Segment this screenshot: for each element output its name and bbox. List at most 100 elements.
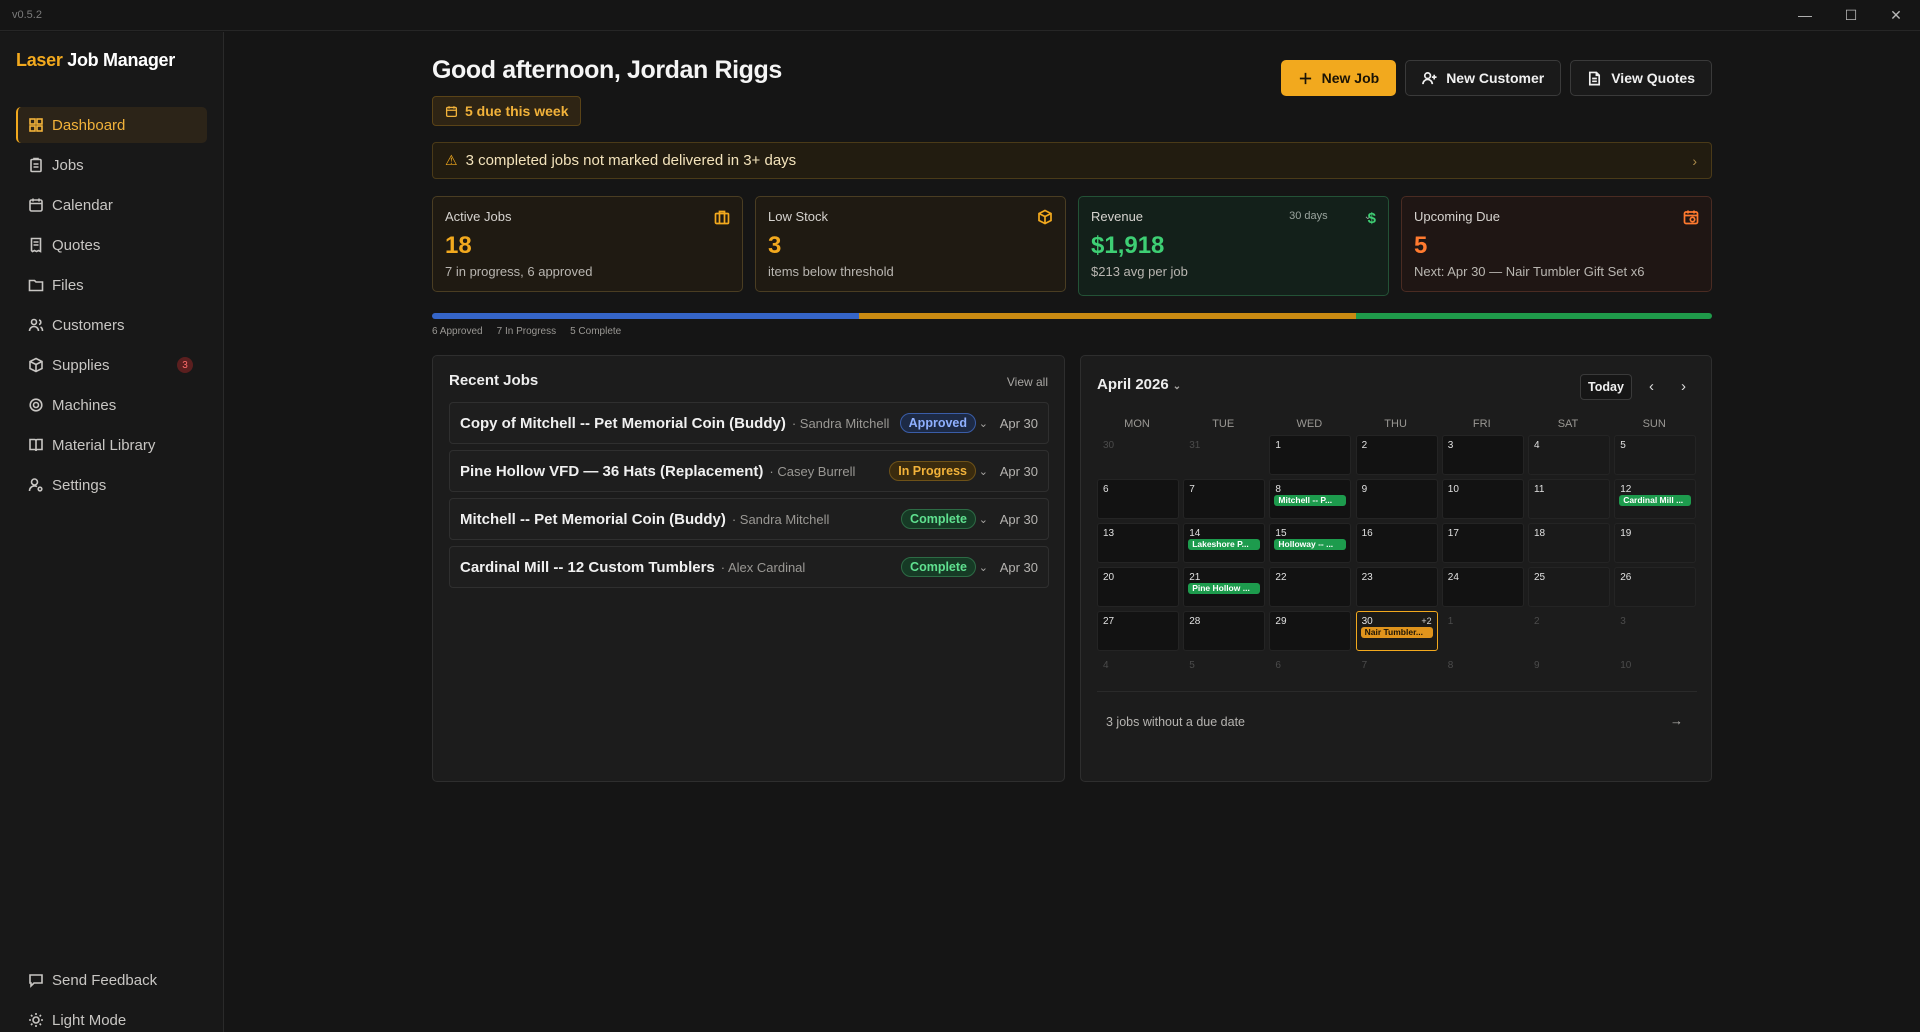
more-events-count[interactable]: +2 — [1421, 616, 1431, 626]
sidebar-item-settings[interactable]: Settings — [16, 467, 207, 503]
calendar-day[interactable]: 6 — [1269, 655, 1351, 695]
undelivered-alert[interactable]: ⚠ 3 completed jobs not marked delivered … — [432, 142, 1712, 179]
calendar-event[interactable]: Cardinal Mill ... — [1619, 495, 1692, 506]
due-this-week-badge[interactable]: 5 due this week — [432, 96, 582, 126]
status-badge[interactable]: Complete — [901, 509, 976, 529]
view-all-link[interactable]: View all — [1007, 375, 1048, 389]
chevron-down-icon[interactable]: ⌄ — [979, 513, 988, 526]
calendar-day[interactable]: 8 Mitchell -- P... — [1269, 479, 1352, 519]
calendar-day[interactable]: 17 — [1441, 523, 1524, 563]
table-row[interactable]: Mitchell -- Pet Memorial Coin (Buddy) · S… — [449, 498, 1049, 540]
calendar-event[interactable]: Pine Hollow ... — [1188, 583, 1261, 594]
revenue-period-value: 30 days — [1289, 210, 1328, 222]
chevron-down-icon[interactable]: ⌄ — [979, 465, 988, 478]
calendar-day[interactable]: 25 — [1528, 567, 1610, 607]
next-month-icon[interactable]: › — [1681, 378, 1686, 395]
chevron-down-icon[interactable]: ⌄ — [979, 417, 988, 430]
calendar-day[interactable]: 8 — [1442, 655, 1524, 695]
chevron-down-icon[interactable]: ⌄ — [979, 561, 988, 574]
calendar-day[interactable]: 1 — [1442, 611, 1524, 651]
sidebar-item-quotes[interactable]: Quotes — [16, 227, 207, 263]
new-customer-button[interactable]: New Customer — [1405, 60, 1562, 96]
calendar-day[interactable]: 3 — [1614, 611, 1696, 651]
calendar-day[interactable]: 2 — [1528, 611, 1610, 651]
table-row[interactable]: Copy of Mitchell -- Pet Memorial Coin (B… — [449, 402, 1049, 444]
sidebar-item-jobs[interactable]: Jobs — [16, 147, 207, 183]
no-due-date-link[interactable]: 3 jobs without a due date — [1106, 715, 1245, 729]
calendar-day[interactable]: 2 — [1355, 435, 1438, 475]
calendar-event[interactable]: Mitchell -- P... — [1274, 495, 1347, 506]
cog-icon — [29, 398, 43, 412]
send-feedback-label: Send Feedback — [52, 971, 158, 989]
calendar-day[interactable]: 30 — [1097, 435, 1179, 475]
view-quotes-button[interactable]: View Quotes — [1570, 60, 1712, 96]
calendar-day[interactable]: 12 Cardinal Mill ... — [1614, 479, 1697, 519]
calendar-day[interactable]: 16 — [1355, 523, 1438, 563]
calendar-day[interactable]: 14 Lakeshore P... — [1183, 523, 1266, 563]
job-due-date: Apr 30 — [999, 559, 1038, 575]
send-feedback-button[interactable]: Send Feedback — [16, 962, 207, 998]
sidebar-item-supplies[interactable]: Supplies 3 — [16, 347, 207, 383]
sidebar-item-machines[interactable]: Machines — [16, 387, 207, 423]
brand-accent: Laser — [16, 50, 63, 70]
new-job-button[interactable]: New Job — [1280, 60, 1397, 96]
calendar-day[interactable]: 29 — [1269, 611, 1352, 651]
sidebar-item-files[interactable]: Files — [16, 267, 207, 303]
close-icon[interactable]: ✕ — [1886, 5, 1906, 25]
day-number: 4 — [1534, 440, 1540, 451]
calendar-day[interactable]: 19 — [1614, 523, 1697, 563]
status-badge[interactable]: Complete — [901, 557, 976, 577]
calendar-day[interactable]: 11 — [1528, 479, 1610, 519]
active-jobs-card[interactable]: Active Jobs 18 7 in progress, 6 approved — [432, 196, 743, 292]
calendar-day[interactable]: 15 Holloway -- ... — [1269, 523, 1352, 563]
calendar-day[interactable]: 26 — [1614, 567, 1697, 607]
month-picker[interactable]: April 2026 ⌄ — [1097, 376, 1181, 393]
calendar-event[interactable]: Lakeshore P... — [1188, 539, 1261, 550]
light-mode-toggle[interactable]: Light Mode — [16, 1002, 207, 1032]
calendar-day[interactable]: 9 — [1528, 655, 1610, 695]
status-badge[interactable]: Approved — [899, 413, 976, 433]
status-badge[interactable]: In Progress — [889, 461, 976, 481]
sidebar-item-calendar[interactable]: Calendar — [16, 187, 207, 223]
sidebar-item-customers[interactable]: Customers — [16, 307, 207, 343]
calendar-day[interactable]: 4 — [1528, 435, 1610, 475]
calendar-day-today[interactable]: 30 +2 Nair Tumbler... — [1355, 611, 1438, 651]
calendar-day[interactable]: 5 — [1614, 435, 1697, 475]
calendar-day[interactable]: 7 — [1183, 479, 1266, 519]
calendar-day[interactable]: 23 — [1355, 567, 1438, 607]
calendar-day[interactable]: 3 — [1441, 435, 1524, 475]
day-number: 7 — [1189, 484, 1195, 495]
calendar-day[interactable]: 4 — [1097, 655, 1179, 695]
revenue-period-select[interactable]: 30 days ⌄ — [1289, 210, 1372, 222]
calendar-day[interactable]: 10 — [1441, 479, 1524, 519]
calendar-day[interactable]: 28 — [1183, 611, 1266, 651]
table-row[interactable]: Pine Hollow VFD — 36 Hats (Replacement) ·… — [449, 450, 1049, 492]
calendar-day[interactable]: 6 — [1097, 479, 1179, 519]
calendar-day[interactable]: 10 — [1614, 655, 1696, 695]
calendar-day[interactable]: 18 — [1528, 523, 1610, 563]
prev-month-icon[interactable]: ‹ — [1649, 378, 1654, 395]
calendar-event[interactable]: Holloway -- ... — [1274, 539, 1347, 550]
calendar-day[interactable]: 1 — [1269, 435, 1352, 475]
today-button[interactable]: Today — [1580, 374, 1632, 400]
calendar-day[interactable]: 21 Pine Hollow ... — [1183, 567, 1266, 607]
calendar-day[interactable]: 5 — [1183, 655, 1265, 695]
calendar-day[interactable]: 27 — [1097, 611, 1179, 651]
sidebar-item-material-library[interactable]: Material Library — [16, 427, 207, 463]
table-row[interactable]: Cardinal Mill -- 12 Custom Tumblers · Ale… — [449, 546, 1049, 588]
calendar-event[interactable]: Nair Tumbler... — [1360, 627, 1433, 638]
calendar-day[interactable]: 20 — [1097, 567, 1179, 607]
sidebar-item-dashboard[interactable]: Dashboard — [16, 107, 207, 143]
upcoming-due-card[interactable]: Upcoming Due 5 Next: Apr 30 — Nair Tumbl… — [1401, 196, 1712, 292]
calendar-day[interactable]: 9 — [1355, 479, 1438, 519]
calendar-day[interactable]: 22 — [1269, 567, 1352, 607]
calendar-day[interactable]: 31 — [1183, 435, 1265, 475]
low-stock-card[interactable]: Low Stock 3 items below threshold — [755, 196, 1066, 292]
revenue-card[interactable]: Revenue $1,918 $213 avg per job 30 days … — [1078, 196, 1389, 296]
arrow-right-icon[interactable]: → — [1670, 713, 1683, 728]
calendar-day[interactable]: 13 — [1097, 523, 1179, 563]
calendar-day[interactable]: 24 — [1441, 567, 1524, 607]
maximize-icon[interactable]: ☐ — [1841, 5, 1861, 25]
minimize-icon[interactable]: — — [1795, 5, 1815, 25]
calendar-day[interactable]: 7 — [1356, 655, 1438, 695]
